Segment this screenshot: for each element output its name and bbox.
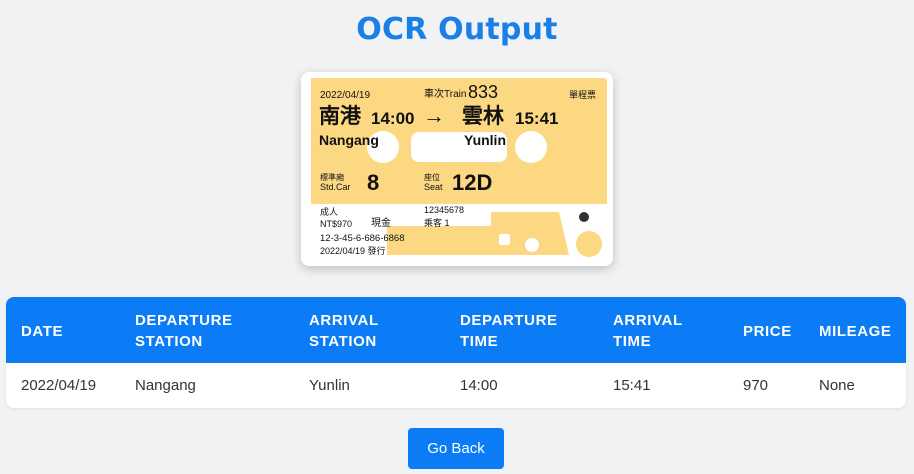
header-departure-time: DEPARTURE TIME	[460, 310, 558, 352]
header-date: DATE	[21, 323, 64, 340]
ticket-serial: 12-3-45-6-686-6868	[320, 233, 405, 244]
ticket-payment: 現金	[371, 218, 391, 229]
ticket-date: 2022/04/19	[320, 90, 371, 101]
ticket-issued: 2022/04/19 發行	[320, 246, 386, 256]
header-arrival-station-line2: STATION	[309, 333, 377, 350]
header-mileage: MILEAGE	[819, 323, 892, 340]
header-departure-time-line1: DEPARTURE	[460, 312, 558, 329]
ticket-price: NT$970	[320, 219, 353, 229]
header-departure-station-line2: STATION	[135, 333, 203, 350]
cell-arrival-time: 15:41	[613, 377, 651, 394]
cell-departure-station: Nangang	[135, 377, 196, 394]
results-table: DATE DEPARTURE STATION ARRIVAL STATION D…	[6, 297, 906, 408]
ticket-car-number: 8	[367, 170, 380, 195]
header-departure-station: DEPARTURE STATION	[135, 310, 233, 352]
ticket-image: 2022/04/19 車次Train 833 單程票 南港 14:00 → 雲林…	[301, 72, 613, 266]
cell-date: 2022/04/19	[21, 377, 97, 394]
ticket-to-english: Yunlin	[464, 132, 506, 148]
header-arrival-time: ARRIVAL TIME	[613, 310, 683, 352]
cell-mileage: None	[819, 377, 855, 394]
ticket-type: 單程票	[569, 90, 597, 100]
cell-price: 970	[743, 377, 769, 394]
header-price: PRICE	[743, 323, 792, 340]
ticket-from-english: Nangang	[319, 132, 379, 148]
header-arrival-station: ARRIVAL STATION	[309, 310, 379, 352]
header-arrival-time-line1: ARRIVAL	[613, 312, 683, 329]
header-departure-station-line1: DEPARTURE	[135, 312, 233, 329]
page-title: OCR Output	[356, 12, 558, 47]
ticket-car-label-chinese: 標準廂	[320, 173, 344, 182]
header-arrival-station-line1: ARRIVAL	[309, 312, 379, 329]
go-back-button[interactable]: Go Back	[408, 428, 504, 469]
ticket-seat-label-english: Seat	[424, 182, 443, 192]
ticket-to-chinese: 雲林	[462, 105, 504, 128]
ticket-arrow: →	[423, 103, 445, 128]
cell-arrival-station: Yunlin	[309, 377, 350, 394]
ticket-depart-time: 14:00	[371, 109, 415, 128]
cell-departure-time: 14:00	[460, 377, 498, 394]
ticket-seat-number: 12D	[452, 170, 493, 195]
ticket-train-number: 833	[468, 82, 499, 102]
ticket-fare-type: 成人	[320, 207, 339, 217]
ticket-arrive-time: 15:41	[515, 109, 559, 128]
header-departure-time-line2: TIME	[460, 333, 499, 350]
ticket-from-chinese: 南港	[319, 105, 361, 128]
ticket-seat-label-chinese: 座位	[424, 173, 440, 182]
ticket-car-label-english: Std.Car	[320, 182, 351, 192]
header-arrival-time-line2: TIME	[613, 333, 652, 350]
ticket-train-label: 車次Train	[424, 89, 467, 100]
ticket-passenger: 乘客 1	[424, 218, 450, 228]
table-header: DATE DEPARTURE STATION ARRIVAL STATION D…	[6, 297, 906, 363]
ticket-code: 12345678	[424, 205, 465, 215]
